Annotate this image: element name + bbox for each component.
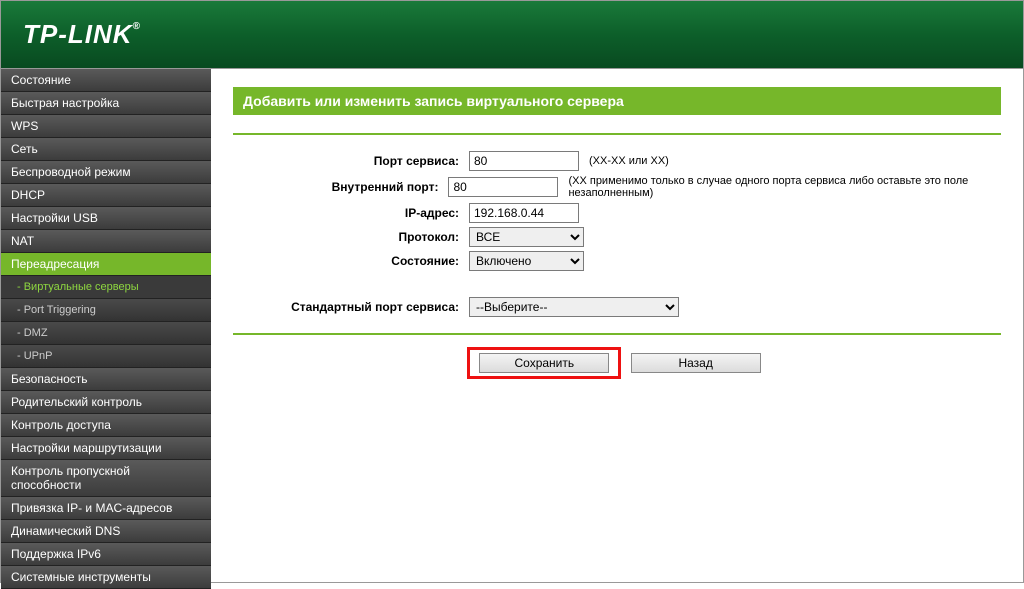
row-service-port: Порт сервиса: (XX-XX или XX): [233, 151, 1001, 171]
label-protocol: Протокол:: [233, 230, 469, 244]
nav-item[interactable]: Родительский контроль: [1, 391, 211, 414]
divider: [233, 333, 1001, 335]
label-state: Состояние:: [233, 254, 469, 268]
nav-item[interactable]: Системные инструменты: [1, 566, 211, 589]
panel: Добавить или изменить запись виртуальног…: [233, 87, 1001, 379]
nav-item[interactable]: NAT: [1, 230, 211, 253]
nav-sub-item[interactable]: - Port Triggering: [1, 299, 211, 322]
panel-title: Добавить или изменить запись виртуальног…: [233, 87, 1001, 115]
nav-item[interactable]: Динамический DNS: [1, 520, 211, 543]
row-state: Состояние: Включено: [233, 251, 1001, 271]
nav-item[interactable]: Состояние: [1, 69, 211, 92]
nav-item[interactable]: Переадресация: [1, 253, 211, 276]
nav-item[interactable]: WPS: [1, 115, 211, 138]
nav-item[interactable]: Настройки USB: [1, 207, 211, 230]
nav-item[interactable]: Поддержка IPv6: [1, 543, 211, 566]
row-protocol: Протокол: ВСЕ: [233, 227, 1001, 247]
brand-logo: TP-LINK®: [23, 19, 141, 50]
button-row: Сохранить Назад: [233, 347, 1001, 379]
content: Добавить или изменить запись виртуальног…: [211, 69, 1023, 582]
label-ip: IP-адрес:: [233, 206, 469, 220]
nav-sub-item[interactable]: - Виртуальные серверы: [1, 276, 211, 299]
nav-item[interactable]: Настройки маршрутизации: [1, 437, 211, 460]
nav-item[interactable]: Привязка IP- и MAC-адресов: [1, 497, 211, 520]
hint-service-port: (XX-XX или XX): [589, 155, 669, 167]
nav-item[interactable]: Контроль доступа: [1, 414, 211, 437]
row-ip: IP-адрес:: [233, 203, 1001, 223]
nav-sub-item[interactable]: - UPnP: [1, 345, 211, 368]
select-state[interactable]: Включено: [469, 251, 584, 271]
select-std-port[interactable]: --Выберите--: [469, 297, 679, 317]
back-button[interactable]: Назад: [631, 353, 761, 373]
save-button[interactable]: Сохранить: [479, 353, 609, 373]
row-internal-port: Внутренний порт: (XX применимо только в …: [233, 175, 1001, 199]
sidebar: СостояниеБыстрая настройкаWPSСетьБеспров…: [1, 69, 211, 582]
nav-sub-item[interactable]: - DMZ: [1, 322, 211, 345]
nav-item[interactable]: Безопасность: [1, 368, 211, 391]
nav-item[interactable]: Быстрая настройка: [1, 92, 211, 115]
save-highlight: Сохранить: [467, 347, 621, 379]
header: TP-LINK®: [1, 1, 1023, 69]
input-ip[interactable]: [469, 203, 579, 223]
label-service-port: Порт сервиса:: [233, 154, 469, 168]
nav-item[interactable]: Сеть: [1, 138, 211, 161]
nav-item[interactable]: DHCP: [1, 184, 211, 207]
nav-item[interactable]: Беспроводной режим: [1, 161, 211, 184]
nav-item[interactable]: Контроль пропускной способности: [1, 460, 211, 497]
row-std-port: Стандартный порт сервиса: --Выберите--: [233, 297, 1001, 317]
label-internal-port: Внутренний порт:: [233, 180, 448, 194]
select-protocol[interactable]: ВСЕ: [469, 227, 584, 247]
input-service-port[interactable]: [469, 151, 579, 171]
input-internal-port[interactable]: [448, 177, 558, 197]
hint-internal-port: (XX применимо только в случае одного пор…: [568, 175, 1001, 199]
label-std-port: Стандартный порт сервиса:: [233, 300, 469, 314]
panel-body: Порт сервиса: (XX-XX или XX) Внутренний …: [233, 133, 1001, 379]
